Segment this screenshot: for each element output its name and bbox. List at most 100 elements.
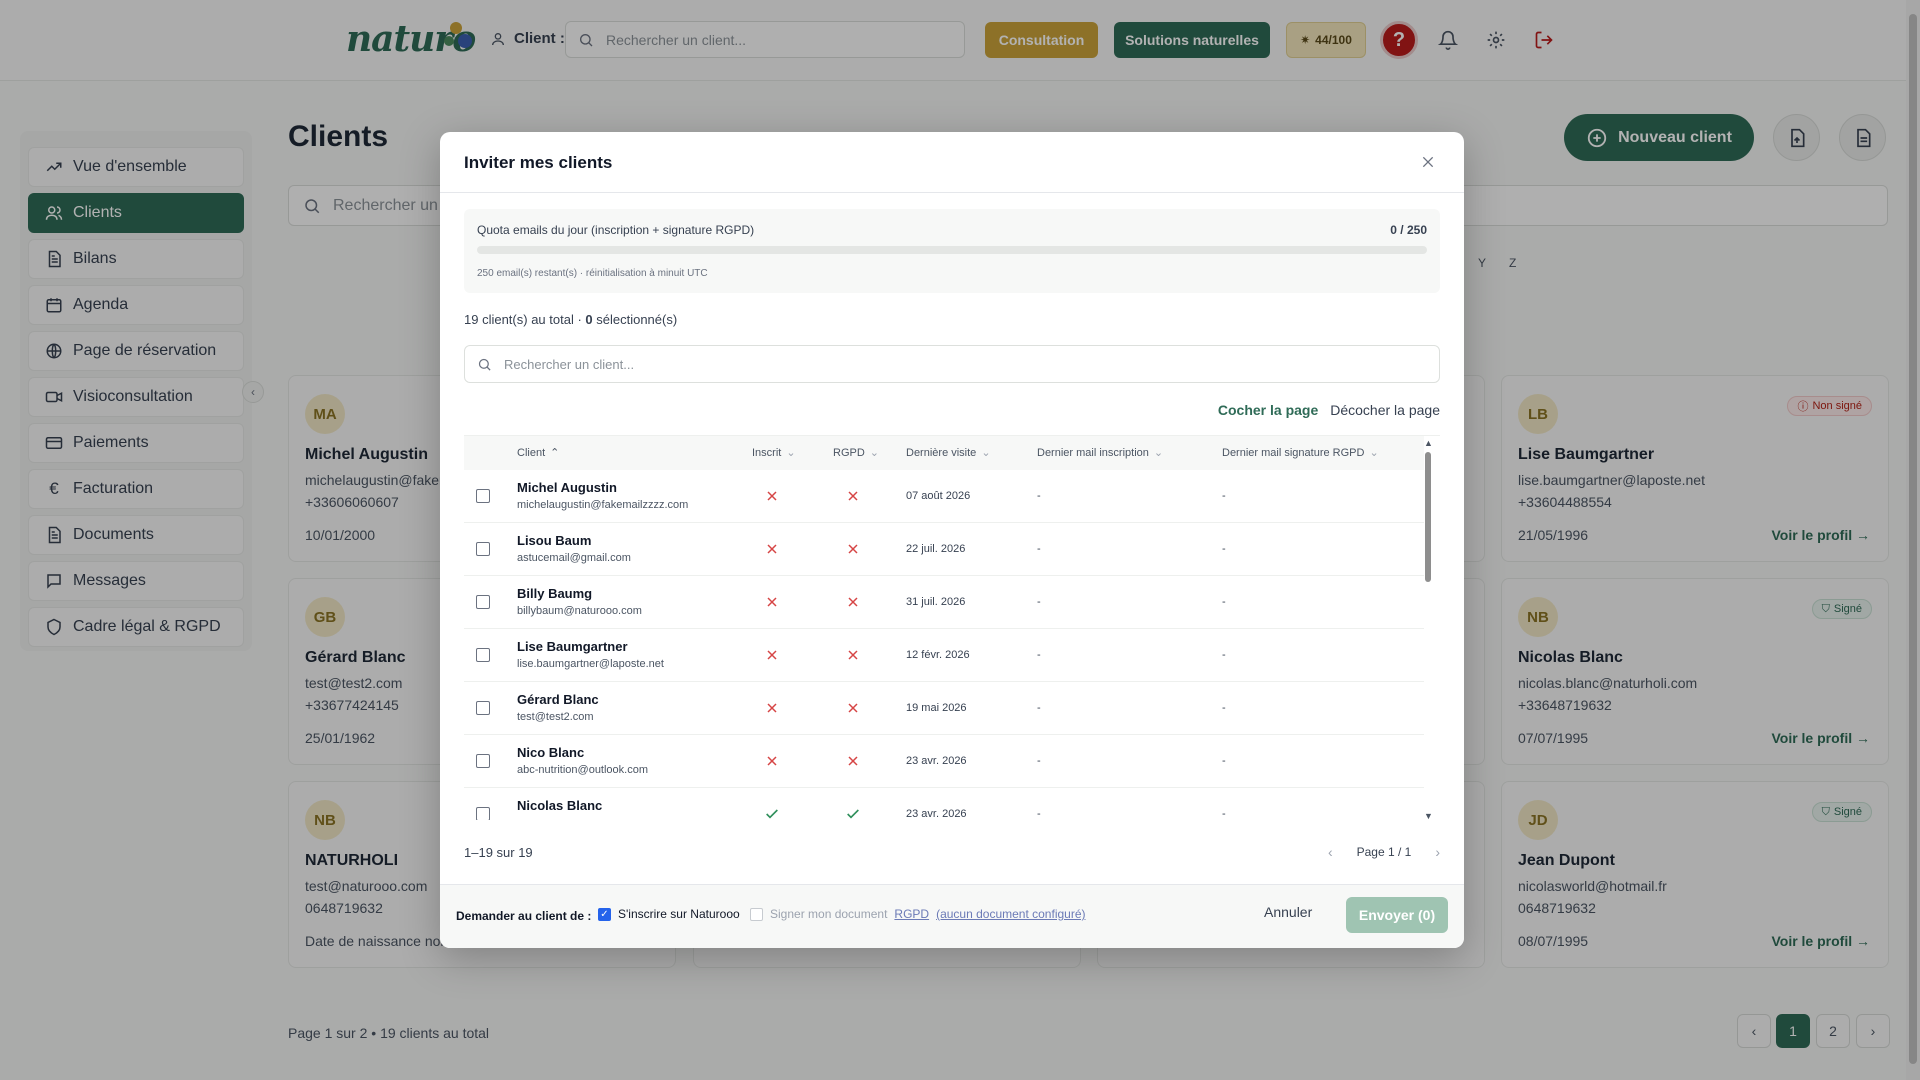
sign-document-checkbox[interactable] (750, 907, 763, 921)
row-client-name: Billy Baumg (517, 586, 593, 601)
chevron-down-icon: ⌄ (1153, 447, 1164, 459)
signup-checkbox[interactable]: ✓ (598, 907, 611, 921)
quota-label: Quota emails du jour (inscription + sign… (477, 223, 755, 237)
row-last-visit: 12 févr. 2026 (906, 649, 970, 661)
table-scrollbar-thumb[interactable] (1425, 452, 1431, 582)
uncheck-page-button[interactable]: Décocher la page (1330, 402, 1440, 418)
col-last-mail-signup-label: Dernier mail inscription (1037, 446, 1149, 459)
row-checkbox[interactable] (476, 542, 490, 556)
row-checkbox[interactable] (476, 754, 490, 768)
cross-icon (845, 700, 861, 716)
row-last-visit: 07 août 2026 (906, 490, 971, 502)
col-last-mail-signup[interactable]: Dernier mail inscription ⌄ (1037, 446, 1164, 460)
row-last-mail-rgpd: - (1222, 808, 1226, 820)
cross-icon (764, 647, 780, 663)
chevron-left-icon[interactable]: ‹ (1328, 844, 1333, 860)
row-last-mail-signup: - (1037, 755, 1041, 767)
col-rgpd[interactable]: RGPD ⌄ (833, 446, 879, 460)
modal-search-input[interactable]: Rechercher un client... (464, 345, 1440, 383)
row-last-visit: 22 juil. 2026 (906, 543, 966, 555)
close-icon[interactable] (1416, 150, 1440, 174)
row-checkbox[interactable] (476, 595, 490, 609)
modal-pager: ‹ Page 1 / 1 › (1328, 844, 1440, 860)
modal-title: Inviter mes clients (464, 153, 613, 172)
option-signup[interactable]: ✓ S'inscrire sur Naturooo (598, 907, 740, 921)
ask-label: Demander au client de : (456, 909, 592, 923)
row-last-mail-signup: - (1037, 490, 1041, 502)
col-client[interactable]: Client ⌃ (517, 446, 559, 460)
modal-search-placeholder: Rechercher un client... (504, 356, 635, 372)
col-last-visit[interactable]: Dernière visite ⌄ (906, 446, 991, 460)
invite-clients-modal: Inviter mes clients Quota emails du jour… (440, 132, 1464, 948)
page-selection-actions: Cocher la page Décocher la page (1218, 402, 1440, 418)
row-last-mail-signup: - (1037, 596, 1041, 608)
option-sign-prefix: Signer mon document (770, 907, 888, 921)
no-document-configured-link[interactable]: (aucun document configuré) (936, 907, 1085, 921)
row-last-visit: 23 avr. 2026 (906, 808, 967, 820)
check-page-button[interactable]: Cocher la page (1218, 402, 1318, 418)
rgpd-link[interactable]: RGPD (894, 907, 929, 921)
table-row[interactable]: Lise Baumgartner lise.baumgartner@laposte… (464, 629, 1424, 682)
quota-count: 0 / 250 (1390, 223, 1427, 237)
table-row[interactable]: Michel Augustin michelaugustin@fakemailzz… (464, 470, 1424, 523)
row-last-mail-rgpd: - (1222, 755, 1226, 767)
chevron-right-icon[interactable]: › (1435, 844, 1440, 860)
cross-icon (845, 753, 861, 769)
col-last-mail-rgpd[interactable]: Dernier mail signature RGPD ⌄ (1222, 446, 1379, 460)
cross-icon (764, 753, 780, 769)
chevron-down-icon: ⌄ (1369, 447, 1379, 459)
cross-icon (764, 541, 780, 557)
selected-count: 0 (585, 312, 593, 327)
row-last-mail-signup: - (1037, 702, 1041, 714)
email-quota-panel: Quota emails du jour (inscription + sign… (464, 209, 1440, 293)
col-inscrit-label: Inscrit (752, 446, 782, 459)
send-button[interactable]: Envoyer (0) (1346, 897, 1448, 933)
table-row[interactable]: Lisou Baum astucemail@gmail.com 22 juil. 2… (464, 523, 1424, 576)
col-inscrit[interactable]: Inscrit ⌄ (752, 446, 796, 460)
row-last-visit: 31 juil. 2026 (906, 596, 966, 608)
col-rgpd-label: RGPD (833, 446, 865, 459)
row-checkbox[interactable] (476, 489, 490, 503)
row-checkbox[interactable] (476, 701, 490, 715)
table-row[interactable]: Nico Blanc abc-nutrition@outlook.com 23 av… (464, 735, 1424, 788)
modal-page-text: Page 1 / 1 (1356, 845, 1412, 859)
row-last-mail-signup: - (1037, 808, 1041, 820)
row-client-email: lise.baumgartner@laposte.net (517, 658, 664, 670)
row-client-name: Nico Blanc (517, 745, 585, 760)
table-row[interactable]: Billy Baumg billybaum@naturooo.com 31 juil… (464, 576, 1424, 629)
cross-icon (764, 700, 780, 716)
selected-suffix: sélectionné(s) (592, 312, 678, 327)
table-scrollbar[interactable]: ▲ ▼ (1424, 436, 1433, 820)
row-last-mail-rgpd: - (1222, 596, 1226, 608)
cancel-button[interactable]: Annuler (1264, 904, 1312, 920)
scroll-down-icon[interactable]: ▼ (1424, 811, 1433, 820)
row-client-name: Lise Baumgartner (517, 639, 628, 654)
row-client-name: Lisou Baum (517, 533, 592, 548)
cross-icon (764, 594, 780, 610)
cross-icon (764, 488, 780, 504)
row-client-email: abc-nutrition@outlook.com (517, 764, 649, 776)
option-sign-document: Signer mon document RGPD (aucun document… (750, 907, 1086, 921)
scroll-up-icon[interactable]: ▲ (1424, 438, 1433, 448)
row-checkbox[interactable] (476, 807, 490, 820)
col-client-label: Client (517, 446, 546, 459)
table-row[interactable]: Gérard Blanc test@test2.com 19 mai 2026 - - (464, 682, 1424, 735)
chevron-down-icon: ⌄ (981, 447, 991, 459)
row-client-name: Michel Augustin (517, 480, 617, 495)
chevron-down-icon: ⌄ (786, 447, 796, 459)
row-last-visit: 19 mai 2026 (906, 702, 967, 714)
row-client-name: Gérard Blanc (517, 692, 599, 707)
divider (440, 192, 1464, 193)
table-row[interactable]: Nicolas Blanc 23 avr. 2026 - - (464, 788, 1424, 820)
cross-icon (845, 647, 861, 663)
check-icon (764, 806, 780, 820)
check-icon (845, 806, 861, 820)
quota-note: 250 email(s) restant(s) · réinitialisati… (477, 268, 708, 279)
cross-icon (845, 488, 861, 504)
row-last-mail-rgpd: - (1222, 490, 1226, 502)
selection-summary: 19 client(s) au total · 0 sélectionné(s) (464, 312, 677, 327)
row-client-email: michelaugustin@fakemailzzzz.com (517, 499, 689, 511)
row-checkbox[interactable] (476, 648, 490, 662)
search-icon (478, 358, 491, 371)
cross-icon (845, 594, 861, 610)
